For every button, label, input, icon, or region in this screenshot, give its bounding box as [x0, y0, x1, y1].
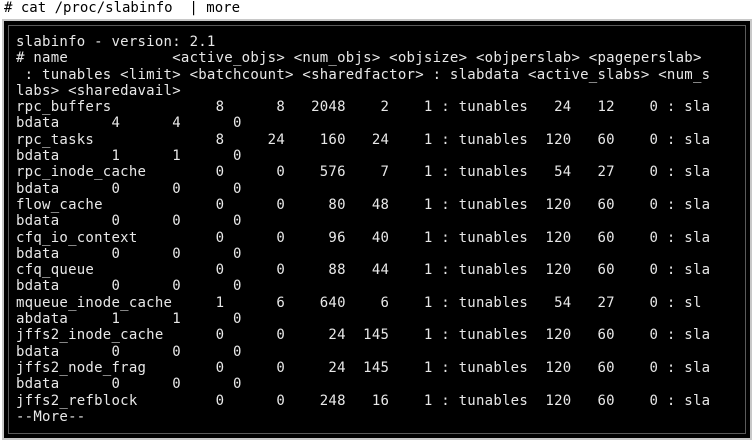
terminal-line: rpc_tasks 8 24 160 24 1 : tunables 120 6…	[16, 131, 711, 148]
terminal-line: jffs2_inode_cache 0 0 24 145 1 : tunable…	[16, 327, 711, 344]
terminal-line: jffs2_refblock 0 0 248 16 1 : tunables 1…	[16, 392, 711, 409]
terminal-line: bdata 0 0 0	[16, 376, 242, 393]
terminal-window[interactable]: slabinfo - version: 2.1 # name <active_ob…	[2, 19, 752, 440]
terminal-line: bdata 0 0 0	[16, 180, 242, 197]
terminal-line: bdata 4 4 0	[16, 115, 242, 132]
terminal-line: rpc_buffers 8 8 2048 2 1 : tunables 24 1…	[16, 99, 711, 116]
terminal-line: cfq_queue 0 0 88 44 1 : tunables 120 60 …	[16, 262, 711, 279]
terminal-line: abdata 1 1 0	[16, 311, 242, 328]
terminal-line: bdata 0 0 0	[16, 278, 242, 295]
terminal-line: slabinfo - version: 2.1	[16, 34, 216, 50]
terminal-line: cfq_io_context 0 0 96 40 1 : tunables 12…	[16, 229, 711, 246]
terminal-line: rpc_inode_cache 0 0 576 7 1 : tunables 5…	[16, 164, 711, 181]
terminal-screen[interactable]: slabinfo - version: 2.1 # name <active_ob…	[8, 25, 746, 434]
terminal-line: bdata 1 1 0	[16, 148, 242, 165]
terminal-line: bdata 0 0 0	[16, 245, 242, 262]
terminal-line: # name <active_objs> <num_objs> <objsize…	[16, 50, 702, 67]
more-prompt[interactable]: --More--	[16, 409, 710, 425]
terminal-line: bdata 0 0 0	[16, 213, 242, 230]
terminal-line: mqueue_inode_cache 1 6 640 6 1 : tunable…	[16, 294, 702, 311]
terminal-line: bdata 0 0 0	[16, 343, 242, 360]
terminal-line: flow_cache 0 0 80 48 1 : tunables 120 60…	[16, 196, 711, 213]
terminal-line: labs> <sharedavail>	[16, 82, 181, 99]
terminal-line: : tunables <limit> <batchcount> <sharedf…	[16, 66, 711, 83]
shell-command-line: # cat /proc/slabinfo | more	[4, 0, 241, 16]
terminal-line: jffs2_node_frag 0 0 24 145 1 : tunables …	[16, 359, 711, 376]
terminal-output: slabinfo - version: 2.1 # name <active_ob…	[16, 34, 710, 425]
